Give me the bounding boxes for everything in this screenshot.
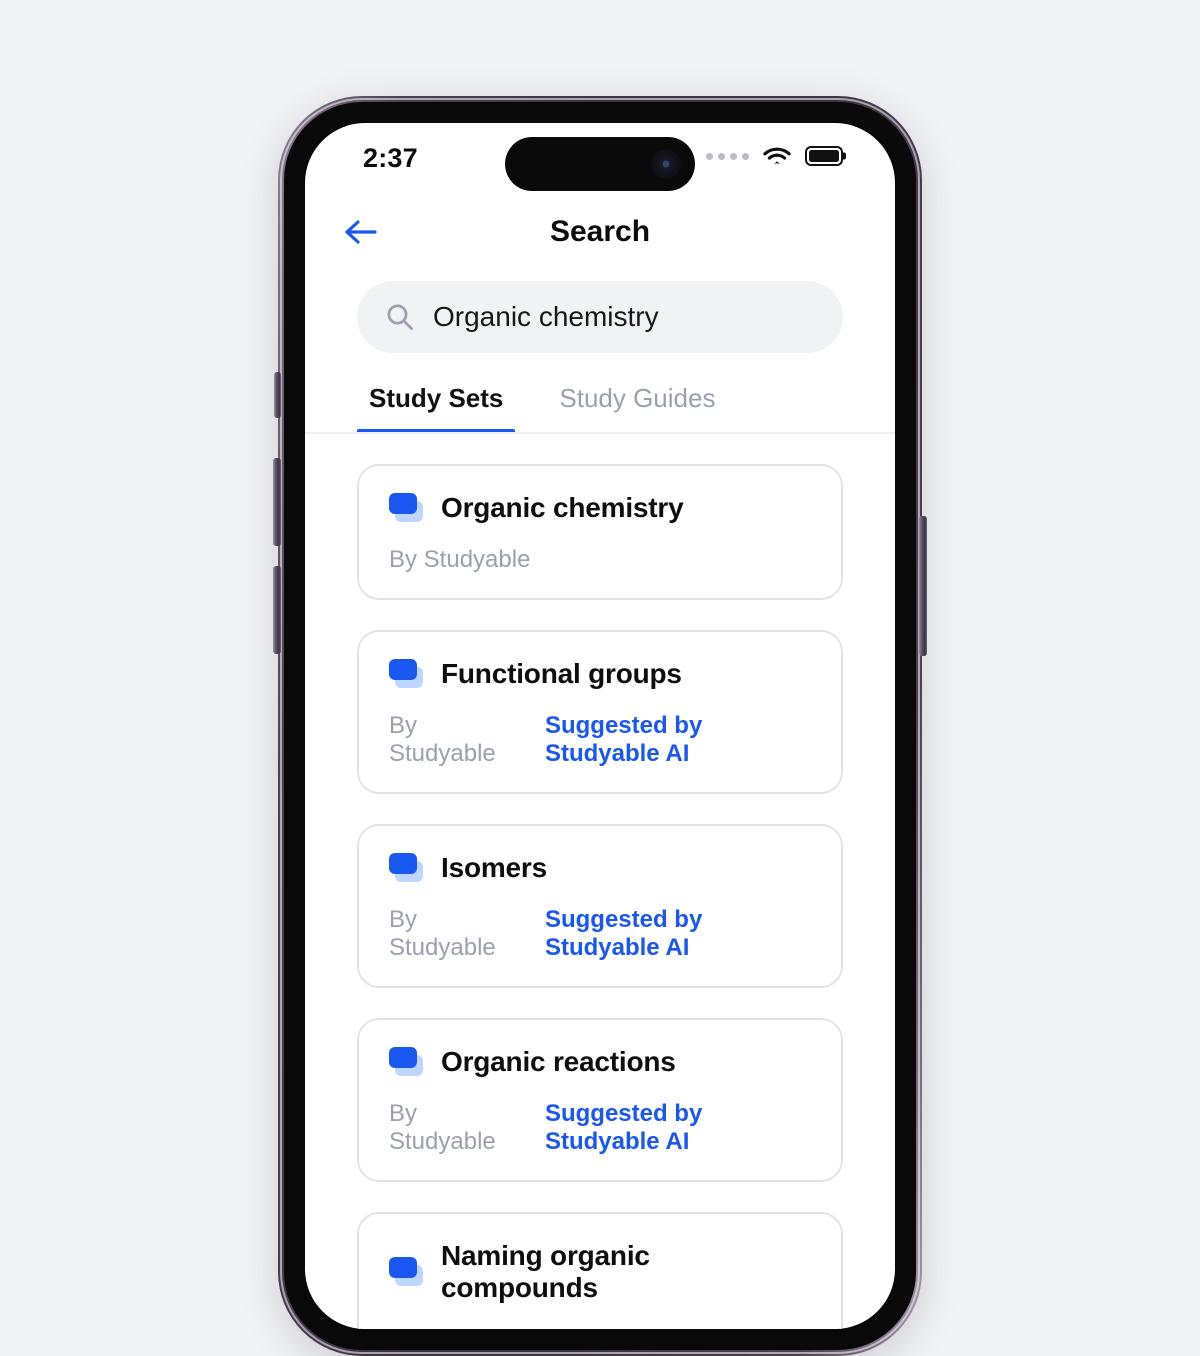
card-stack-icon [389,1257,423,1287]
card-title: Functional groups [441,658,682,689]
dynamic-island [505,137,695,191]
volume-up-button[interactable] [273,458,281,546]
card-header: Functional groups [389,658,811,690]
page-title: Search [549,215,651,248]
card-meta: By Studyable Suggested by Studyable AI [389,906,811,962]
status-bar-indicators [706,145,843,167]
search-icon [387,304,413,330]
phone-bezel: 2:37 Search Organic chemistry Study Sets… [284,102,916,1350]
card-header: Naming organic compounds [389,1240,811,1304]
silent-switch-button[interactable] [274,372,281,418]
result-card-functional-groups[interactable]: Functional groups By Studyable Suggested… [357,630,843,794]
cellular-dots-icon [706,152,749,160]
phone-device: 2:37 Search Organic chemistry Study Sets… [273,96,927,1356]
phone-screen: 2:37 Search Organic chemistry Study Sets… [305,123,895,1329]
card-author: By Studyable [389,906,496,961]
card-suggested-badge: Suggested by Studyable AI [544,906,703,961]
tabs-bar: Study Sets Study Guides [305,383,895,436]
arrow-left-icon [345,220,377,244]
result-card-isomers[interactable]: Isomers By Studyable Suggested by Studya… [357,824,843,988]
card-title: Organic chemistry [441,492,684,523]
card-meta: By Studyable Suggested by Studyable AI [389,712,811,768]
card-meta: By Studyable [389,546,811,574]
front-camera-icon [651,149,681,179]
search-input[interactable]: Organic chemistry [357,281,843,353]
card-stack-icon [389,659,423,689]
card-author: By Studyable [389,712,496,767]
result-card-organic-reactions[interactable]: Organic reactions By Studyable Suggested… [357,1018,843,1182]
tabs-divider [305,432,895,434]
result-card-naming-organic-compounds[interactable]: Naming organic compounds [357,1212,843,1329]
battery-full-icon [805,146,843,166]
card-header: Isomers [389,852,811,884]
card-stack-icon [389,493,423,523]
result-card-organic-chemistry[interactable]: Organic chemistry By Studyable [357,464,843,600]
back-button[interactable] [339,209,385,255]
power-button[interactable] [919,516,927,656]
volume-down-button[interactable] [273,566,281,654]
tab-study-sets[interactable]: Study Sets [357,383,516,434]
card-suggested-badge: Suggested by Studyable AI [544,712,703,767]
tab-study-guides[interactable]: Study Guides [547,383,727,434]
card-header: Organic reactions [389,1046,811,1078]
card-author: By Studyable [389,1100,496,1155]
card-suggested-badge: Suggested by Studyable AI [544,1100,703,1155]
card-meta: By Studyable Suggested by Studyable AI [389,1100,811,1156]
card-author: By Studyable [389,546,531,573]
card-stack-icon [389,1047,423,1077]
card-title: Naming organic compounds [441,1240,650,1303]
status-bar-time: 2:37 [363,143,418,173]
card-title: Isomers [441,852,547,883]
search-results-list: Organic chemistry By Studyable Functiona… [305,436,895,1329]
wifi-icon [763,147,791,165]
search-input-value: Organic chemistry [433,301,659,332]
status-bar: 2:37 [305,123,895,195]
navigation-bar: Search [305,195,895,269]
card-header: Organic chemistry [389,492,811,524]
card-stack-icon [389,853,423,883]
battery-level-fill [809,150,839,162]
card-title: Organic reactions [441,1046,676,1077]
